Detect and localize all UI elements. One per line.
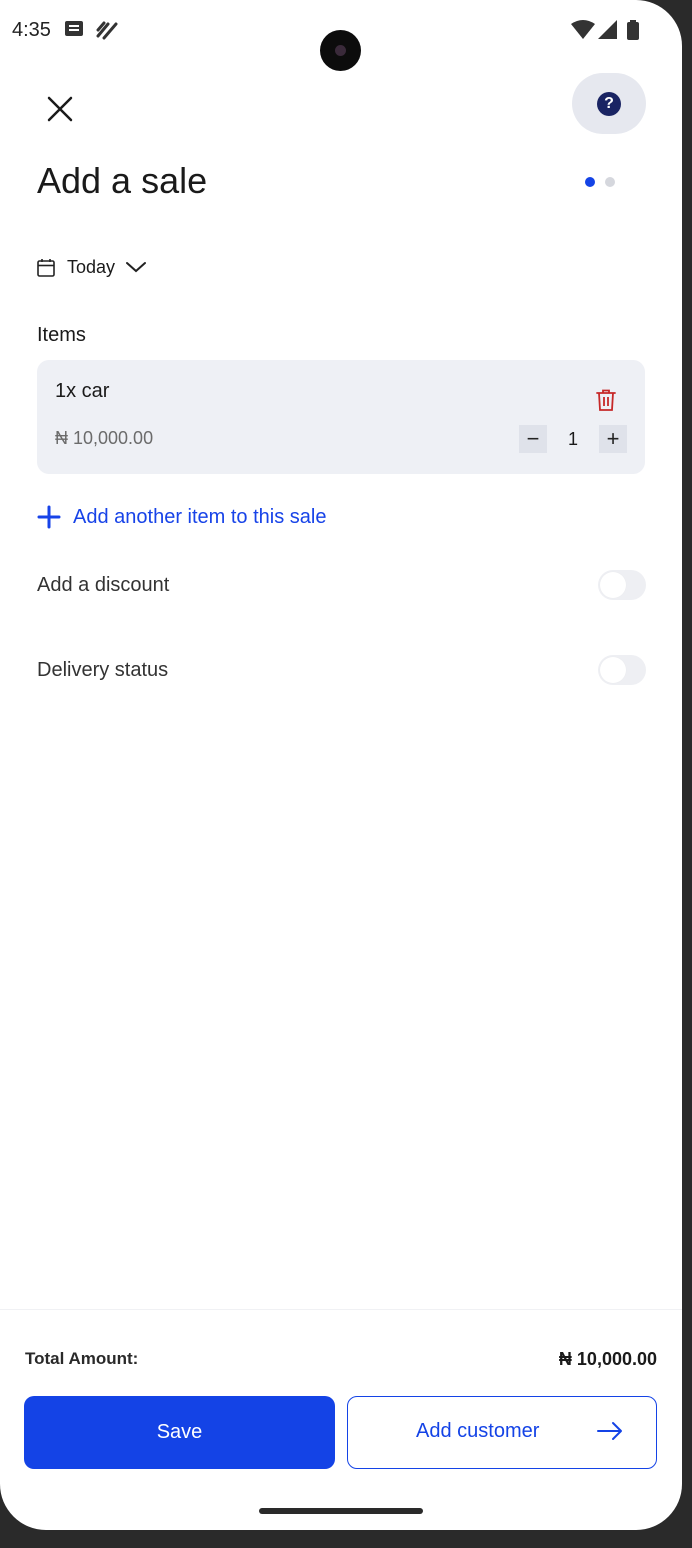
date-label: Today [67, 256, 116, 277]
help-icon: ? [597, 92, 621, 116]
arrow-right-icon [597, 1422, 622, 1440]
signal-icon [598, 20, 618, 45]
discount-toggle[interactable] [598, 570, 646, 600]
item-name: 1x car [55, 380, 110, 402]
front-camera [320, 30, 361, 71]
help-button[interactable]: ? [572, 73, 646, 134]
total-value: ₦ 10,000.00 [558, 1349, 657, 1369]
delete-item-button[interactable] [595, 388, 617, 412]
trash-icon [596, 389, 616, 411]
app-screen: 4:35 ? Add a sale Today Items 1x car ₦ 1… [0, 0, 682, 1530]
message-icon [64, 20, 84, 43]
add-customer-label: Add customer [416, 1420, 540, 1442]
delivery-status-label: Delivery status [37, 659, 169, 681]
discount-label: Add a discount [37, 574, 170, 596]
page-title: Add a sale [37, 160, 208, 201]
increment-button[interactable]: + [599, 425, 627, 453]
status-time: 4:35 [12, 19, 51, 41]
add-item-label: Add another item to this sale [73, 505, 327, 528]
quantity-value[interactable]: 1 [547, 429, 599, 450]
quantity-stepper: − 1 + [519, 424, 627, 454]
save-button[interactable]: Save [24, 1396, 335, 1469]
toggle-knob [600, 657, 626, 683]
footer-divider [0, 1309, 682, 1310]
battery-icon [626, 20, 640, 45]
close-icon [47, 96, 73, 122]
add-customer-button[interactable]: Add customer [347, 1396, 657, 1469]
item-price: ₦ 10,000.00 [55, 428, 154, 448]
step-dot-active [585, 177, 595, 187]
toggle-knob [600, 572, 626, 598]
items-heading: Items [37, 324, 86, 346]
wifi-icon [571, 20, 595, 45]
calendar-icon [37, 258, 55, 277]
delivery-status-toggle[interactable] [598, 655, 646, 685]
close-button[interactable] [40, 89, 80, 129]
plus-icon [37, 505, 61, 529]
sync-icon [96, 20, 118, 45]
item-card: 1x car ₦ 10,000.00 − 1 + [37, 360, 645, 474]
home-indicator[interactable] [259, 1508, 423, 1514]
decrement-button[interactable]: − [519, 425, 547, 453]
step-dot-inactive [605, 177, 615, 187]
chevron-down-icon [126, 262, 147, 273]
date-picker[interactable]: Today [37, 250, 147, 284]
total-label: Total Amount: [25, 1349, 139, 1368]
add-item-link[interactable]: Add another item to this sale [37, 505, 326, 529]
